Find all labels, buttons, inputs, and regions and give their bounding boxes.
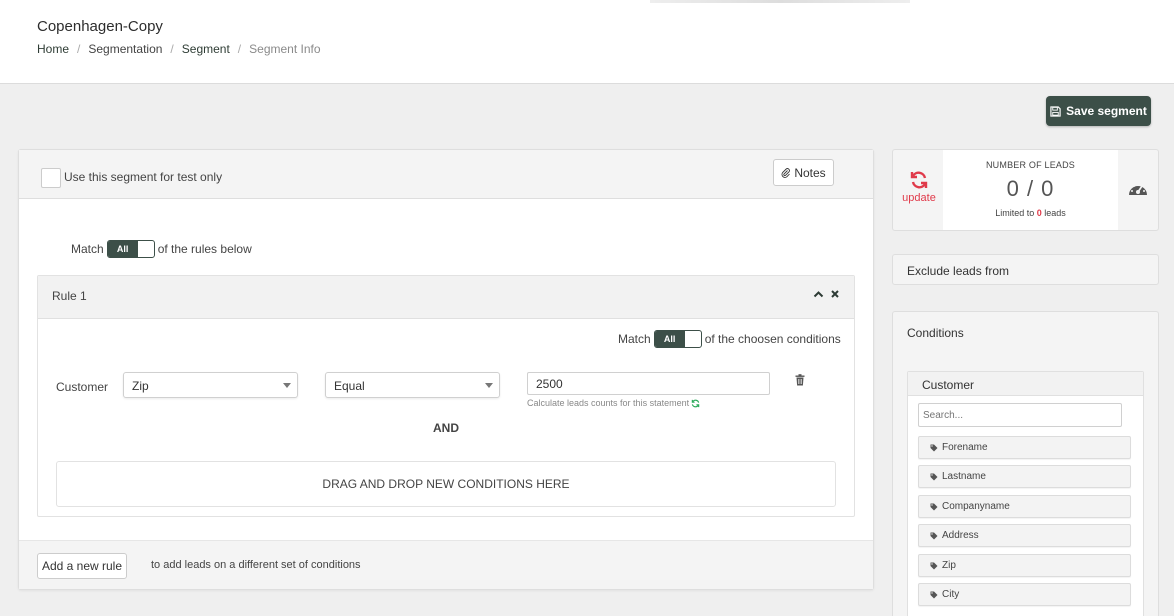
- field-label: Address: [942, 530, 979, 541]
- exclude-leads-section[interactable]: Exclude leads from: [892, 254, 1159, 285]
- condition-entity-label: Customer: [56, 380, 109, 394]
- trash-icon[interactable]: [795, 374, 805, 386]
- field-label: Lastname: [942, 471, 986, 482]
- conditions-search-input[interactable]: [918, 403, 1122, 427]
- condition-field-value: Zip: [132, 379, 149, 393]
- refresh-icon: [910, 171, 928, 189]
- floppy-disk-icon: [1050, 105, 1061, 117]
- breadcrumb-segment[interactable]: Segment: [182, 42, 230, 56]
- refresh-icon: [691, 399, 700, 407]
- conditions-match-toggle[interactable]: All: [653, 330, 702, 348]
- tag-icon: [930, 444, 938, 451]
- breadcrumb-separator: /: [170, 42, 174, 56]
- breadcrumb-home[interactable]: Home: [37, 42, 69, 56]
- condition-field-forename[interactable]: Forename: [918, 436, 1131, 459]
- calculate-leads-link[interactable]: Calculate leads counts for this statemen…: [527, 398, 700, 408]
- limit-suffix: leads: [1044, 208, 1066, 218]
- rule-card: Rule 1 Match All of the choosen conditio…: [37, 275, 855, 517]
- cond-match-suffix: of the choosen conditions: [704, 332, 841, 346]
- leads-limit: Limited to 0 leads: [943, 208, 1118, 218]
- notes-button[interactable]: Notes: [773, 159, 834, 186]
- field-label: Zip: [942, 560, 956, 571]
- leads-title: NUMBER OF LEADS: [985, 160, 1075, 170]
- tag-icon: [930, 532, 938, 539]
- tag-icon: [930, 473, 938, 480]
- condition-dropzone[interactable]: DRAG AND DROP NEW CONDITIONS HERE: [56, 461, 836, 507]
- match-suffix: of the rules below: [157, 242, 252, 256]
- page-title: Copenhagen-Copy: [37, 18, 163, 35]
- breadcrumb-separator: /: [77, 42, 81, 56]
- condition-value-input[interactable]: 2500: [527, 372, 770, 395]
- panel-footer: Add a new rule to add leads on a differe…: [19, 540, 873, 589]
- tag-icon: [930, 562, 938, 569]
- notes-label: Notes: [794, 165, 826, 180]
- add-rule-hint: to add leads on a different set of condi…: [151, 559, 361, 571]
- and-operator-label: AND: [433, 421, 459, 435]
- add-rule-button[interactable]: Add a new rule: [37, 553, 127, 579]
- update-label: update: [902, 192, 936, 204]
- breadcrumb: Home / Segmentation / Segment / Segment …: [37, 42, 321, 56]
- condition-field-lastname[interactable]: Lastname: [918, 465, 1131, 488]
- rules-match-toggle[interactable]: All: [106, 240, 155, 258]
- segment-rules-panel: Use this segment for test only Notes Mat…: [18, 149, 874, 590]
- field-label: City: [942, 589, 960, 600]
- add-rule-label: Add a new rule: [41, 559, 123, 573]
- breadcrumb-segmentation[interactable]: Segmentation: [88, 42, 162, 56]
- rule-actions: [813, 289, 840, 300]
- breadcrumb-separator: /: [237, 42, 242, 56]
- customer-conditions-group: Customer Forename Lastname Companyname A…: [907, 371, 1144, 616]
- condition-field-companyname[interactable]: Companyname: [918, 495, 1131, 518]
- condition-field-city[interactable]: City: [918, 583, 1131, 606]
- group-header[interactable]: Customer: [908, 372, 1143, 396]
- breadcrumb-segment-info: Segment Info: [249, 42, 321, 56]
- condition-field-address[interactable]: Address: [918, 524, 1131, 547]
- save-segment-button[interactable]: Save segment: [1046, 96, 1151, 126]
- chevron-down-icon: [283, 383, 291, 388]
- tag-icon: [930, 591, 938, 598]
- update-button[interactable]: update: [901, 170, 937, 204]
- page-header: Copenhagen-Copy Home / Segmentation / Se…: [0, 0, 1174, 84]
- field-label: Companyname: [942, 501, 1010, 512]
- rule-header: Rule 1: [38, 276, 854, 319]
- conditions-title: Conditions: [907, 326, 964, 340]
- condition-operator-select[interactable]: Equal: [325, 372, 500, 398]
- dropzone-label: DRAG AND DROP NEW CONDITIONS HERE: [322, 477, 570, 491]
- toggle-value: All: [654, 331, 685, 347]
- condition-operator-value: Equal: [334, 379, 365, 393]
- dashboard-gauge-icon[interactable]: [1127, 180, 1149, 198]
- header-decoration: [650, 0, 910, 3]
- limit-prefix: Limited to: [995, 208, 1035, 218]
- chevron-up-icon[interactable]: [813, 289, 824, 300]
- exclude-leads-label: Exclude leads from: [907, 264, 1010, 278]
- conditions-panel: Conditions Customer Forename Lastname Co…: [892, 311, 1159, 616]
- condition-field-zip[interactable]: Zip: [918, 554, 1131, 577]
- calculate-leads-label: Calculate leads counts for this statemen…: [527, 398, 690, 408]
- conditions-match-row: Match All of the choosen conditions: [618, 330, 841, 348]
- save-segment-label: Save segment: [1066, 104, 1147, 118]
- leads-count-card: update NUMBER OF LEADS 0 / 0 Limited to …: [892, 149, 1159, 231]
- toggle-value: All: [107, 241, 138, 257]
- tag-icon: [930, 503, 938, 510]
- test-only-checkbox[interactable]: [41, 168, 61, 188]
- test-only-label: Use this segment for test only: [64, 170, 223, 184]
- rules-match-row: Match All of the rules below: [71, 240, 252, 258]
- match-prefix: Match: [71, 242, 104, 256]
- rule-title: Rule 1: [52, 289, 87, 303]
- leads-summary: NUMBER OF LEADS 0 / 0 Limited to 0 leads: [943, 150, 1118, 230]
- condition-field-select[interactable]: Zip: [123, 372, 298, 398]
- field-label: Forename: [942, 442, 988, 453]
- limit-value: 0: [1036, 208, 1042, 218]
- paperclip-icon: [781, 167, 791, 178]
- close-icon[interactable]: [830, 289, 840, 299]
- cond-match-prefix: Match: [618, 332, 651, 346]
- leads-count: 0 / 0: [1006, 176, 1055, 201]
- panel-header: Use this segment for test only Notes: [19, 150, 873, 199]
- chevron-down-icon: [485, 383, 493, 388]
